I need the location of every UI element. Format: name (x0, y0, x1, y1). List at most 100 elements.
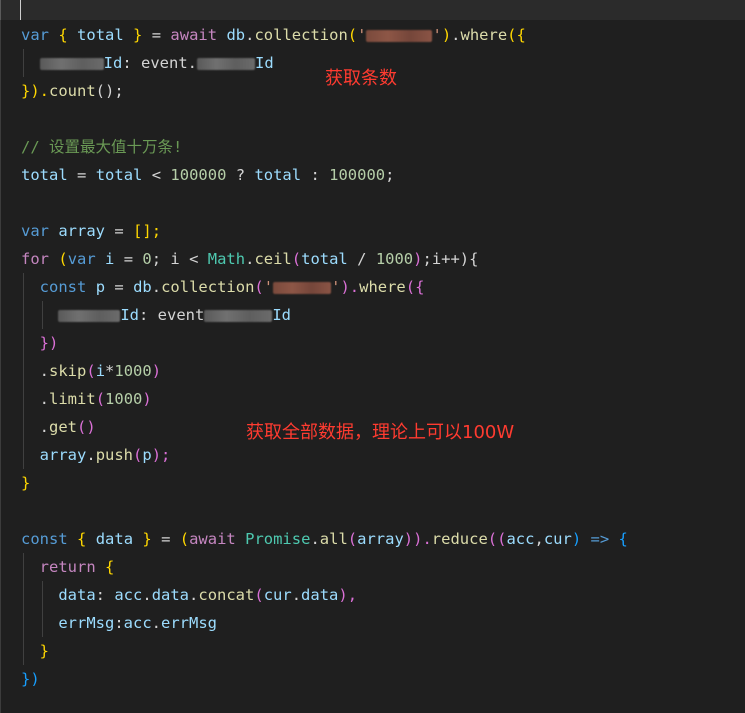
token: (); (95, 82, 124, 100)
token: 1000 (105, 390, 143, 408)
token: const (21, 530, 68, 548)
code-line-14[interactable]: .limit(1000) (21, 385, 628, 413)
code-line-17[interactable]: } (21, 469, 628, 497)
token: ( (254, 278, 264, 296)
token: var (21, 26, 49, 44)
code-line-6[interactable]: total = total < 100000 ? total : 100000; (21, 161, 628, 189)
token: { (105, 558, 115, 576)
token: { (58, 26, 68, 44)
token: 100000 (170, 166, 227, 184)
token: : (95, 586, 105, 604)
token: } (133, 26, 143, 44)
token: ( (133, 446, 143, 464)
token: get (49, 418, 78, 436)
token: { (618, 530, 628, 548)
token: array (357, 530, 404, 548)
token: total (254, 166, 302, 184)
token: ( (86, 362, 96, 380)
code-line-16[interactable]: array.push(p); (21, 441, 628, 469)
token: = (114, 222, 124, 240)
code-line-9[interactable]: for (var i = 0; i < Math.ceil(total / 10… (21, 245, 628, 273)
token: ;i++){ (422, 250, 479, 268)
token: ({ (405, 278, 425, 296)
token: data (58, 586, 96, 604)
token: array (58, 222, 106, 240)
token: 1000 (375, 250, 414, 268)
strip-border (0, 0, 1, 20)
token: ). (340, 278, 360, 296)
token: total (301, 250, 348, 268)
redacted-event-field (197, 57, 255, 70)
token: Math (207, 250, 246, 268)
token: ( (179, 530, 190, 548)
token: = (77, 166, 87, 184)
editor-left-border (0, 20, 1, 713)
token: Id (255, 54, 274, 72)
indent-guide (42, 609, 43, 637)
code-line-21[interactable]: data: acc.data.concat(cur.data), (21, 581, 628, 609)
text-cursor (20, 0, 21, 20)
code-line-13[interactable]: .skip(i*1000) (21, 357, 628, 385)
token: collection (254, 26, 348, 44)
indent-guide (23, 609, 24, 637)
indent-guide (23, 301, 24, 329)
token: ( (254, 586, 264, 604)
token: / (357, 250, 367, 268)
code-line-22[interactable]: errMsg:acc.errMsg (21, 609, 628, 637)
code-comment: // 设置最大值十万条! (21, 138, 183, 156)
indent-guide (23, 329, 24, 357)
annotation-get-all-data: 获取全部数据，理论上可以100W (246, 422, 515, 443)
code-line-4[interactable] (21, 105, 628, 133)
code-line-11[interactable]: Id: event Id (21, 301, 628, 329)
token: Id (103, 54, 123, 72)
token: const (39, 278, 87, 296)
token: total (95, 166, 143, 184)
token: ' (432, 26, 442, 44)
code-line-12[interactable]: }) (21, 329, 628, 357)
token: }) (21, 670, 40, 688)
token: = (161, 530, 171, 548)
token: concat (198, 586, 255, 604)
token: )). (403, 530, 432, 548)
token: acc (506, 530, 535, 548)
code-line-8[interactable]: var array = []; (21, 217, 628, 245)
token: total (21, 166, 68, 184)
code-line-7[interactable] (21, 189, 628, 217)
code-line-19[interactable]: const { data } = (await Promise.all(arra… (21, 525, 628, 553)
code-line-1[interactable]: var { total } = await db.collection(' ').… (21, 21, 628, 49)
code-block[interactable]: var { total } = await db.collection(' ').… (21, 21, 628, 693)
token: errMsg (58, 614, 115, 632)
token: * (105, 362, 115, 380)
code-line-23[interactable]: } (21, 637, 628, 665)
token: push (95, 446, 134, 464)
token: p (95, 278, 106, 296)
code-line-5[interactable]: // 设置最大值十万条! (21, 133, 628, 161)
indent-guide (23, 637, 24, 665)
token: db (226, 26, 246, 44)
token: => (590, 530, 610, 548)
token: ({ (507, 26, 526, 44)
indent-guide (42, 301, 43, 329)
token: acc (114, 586, 143, 604)
code-line-24[interactable]: }) (21, 665, 628, 693)
token: ); (151, 446, 171, 464)
token: ? (235, 166, 246, 184)
code-line-20[interactable]: return { (21, 553, 628, 581)
token: ) (151, 362, 162, 380)
token: return (39, 558, 96, 576)
token: i (95, 362, 106, 380)
token: []; (133, 222, 162, 240)
editor-top-strip (0, 0, 745, 20)
redacted-collection-name (366, 29, 433, 42)
indent-guide (23, 385, 24, 413)
token: . (39, 390, 50, 408)
code-line-18[interactable] (21, 497, 628, 525)
token: ; i < (151, 250, 199, 268)
token: count (49, 82, 96, 100)
code-line-10[interactable]: const p = db.collection(' ').where({ (21, 273, 628, 301)
token: ceil (254, 250, 292, 268)
token: ), (338, 586, 358, 604)
token: var (67, 250, 96, 268)
token: where (359, 278, 406, 296)
token: ' (357, 26, 367, 44)
